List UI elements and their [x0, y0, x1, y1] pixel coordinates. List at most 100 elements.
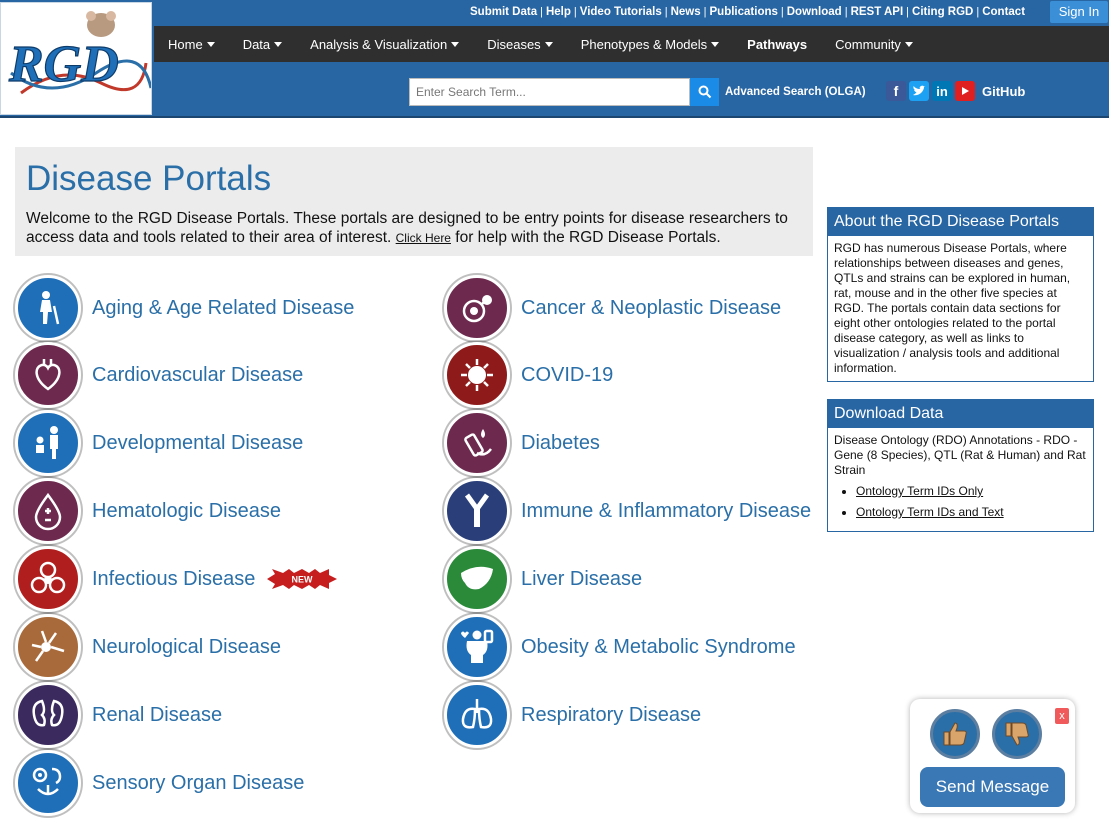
github-link[interactable]: GitHub [982, 84, 1025, 99]
download-title: Download Data [828, 400, 1093, 428]
feedback-widget: x Send Message [910, 699, 1075, 813]
portal-label: Liver Disease [521, 567, 643, 590]
download-link-ids: Ontology Term IDs Only [856, 484, 1087, 499]
portal-link[interactable]: Infectious Disease NEW [15, 546, 338, 612]
main-nav: Home Data Analysis & Visualization Diseases… [154, 26, 1109, 62]
youtube-icon[interactable] [955, 81, 975, 101]
nav-item[interactable]: Pathways [733, 37, 821, 52]
top-link[interactable]: Publications [710, 6, 778, 18]
portal-label: Aging & Age Related Disease [92, 296, 355, 319]
new-badge: NEW [267, 569, 338, 589]
top-link[interactable]: Contact [982, 6, 1025, 18]
caret-down-icon [544, 41, 553, 47]
link-separator: | [540, 6, 543, 18]
download-link-ids-label[interactable]: Ontology Term IDs Only [856, 484, 983, 498]
nav-item[interactable]: Data [229, 37, 296, 52]
caret-down-icon [711, 41, 720, 47]
portal-label: Developmental Disease [92, 431, 304, 454]
about-title: About the RGD Disease Portals [828, 208, 1093, 236]
nav-item-label: Analysis & Visualization [310, 36, 448, 52]
search-input[interactable] [409, 78, 690, 106]
download-link-ids-text-label[interactable]: Ontology Term IDs and Text [856, 505, 1004, 519]
download-text: Disease Ontology (RDO) Annotations - RDO… [834, 433, 1086, 477]
senses-icon [15, 750, 81, 816]
nav-item[interactable]: Diseases [473, 37, 566, 52]
portal-link[interactable]: Cardiovascular Disease [15, 342, 303, 408]
page-title: Disease Portals [26, 159, 272, 198]
portal-label: Hematologic Disease [92, 499, 281, 522]
linkedin-icon[interactable]: in [932, 81, 952, 101]
caret-down-icon [904, 41, 913, 47]
top-link[interactable]: Submit Data [470, 6, 537, 18]
thumbs-up-button[interactable] [930, 709, 980, 759]
top-link[interactable]: Help [546, 6, 571, 18]
intro-text: Welcome to the RGD Disease Portals. Thes… [26, 209, 806, 248]
logo-wordmark: RGD [8, 36, 119, 93]
nav-item-label: Home [168, 36, 203, 52]
portal-link[interactable]: Neurological Disease [15, 614, 281, 680]
send-message-button[interactable]: Send Message [920, 767, 1065, 807]
top-link[interactable]: Download [787, 6, 842, 18]
download-panel: Download Data Disease Ontology (RDO) Ann… [827, 399, 1094, 532]
portal-link[interactable]: Immune & Inflammatory Disease [444, 478, 811, 544]
nav-item-label: Pathways [747, 36, 808, 52]
thumbs-up-icon [943, 722, 967, 746]
social-links: f in GitHub [886, 81, 1025, 101]
kidney-icon [15, 682, 81, 748]
heart-icon [15, 342, 81, 408]
portal-link[interactable]: Renal Disease [15, 682, 222, 748]
link-separator: | [844, 6, 848, 18]
portal-link[interactable]: Developmental Disease [15, 410, 303, 476]
facebook-icon[interactable]: f [886, 81, 906, 101]
link-separator: | [573, 6, 577, 18]
twitter-icon[interactable] [909, 81, 929, 101]
nav-item[interactable]: Community [821, 37, 927, 52]
nav-item[interactable]: Analysis & Visualization [296, 37, 473, 52]
lungs-icon [444, 682, 510, 748]
top-link[interactable]: REST API [851, 6, 904, 18]
download-link-ids-text: Ontology Term IDs and Text [856, 505, 1087, 520]
advanced-search-link[interactable]: Advanced Search (OLGA) [725, 86, 866, 98]
thumbs-down-button[interactable] [992, 709, 1042, 759]
portal-label: COVID-19 [521, 363, 614, 386]
link-separator: | [906, 6, 910, 18]
liver-icon [444, 546, 510, 612]
rgd-logo[interactable]: RGD [0, 2, 152, 115]
help-link[interactable]: Click Here [396, 231, 451, 245]
portal-link[interactable]: Hematologic Disease [15, 478, 281, 544]
intro-box: Disease Portals Welcome to the RGD Disea… [15, 147, 813, 256]
link-separator: | [703, 6, 707, 18]
search-button[interactable] [690, 78, 719, 106]
cancer-cell-icon [444, 275, 510, 341]
portal-link[interactable]: Diabetes [444, 410, 600, 476]
portal-label: Obesity & Metabolic Syndrome [521, 635, 796, 658]
caret-down-icon [451, 41, 460, 47]
glucose-test-icon [444, 410, 510, 476]
neuron-icon [15, 614, 81, 680]
portal-link[interactable]: Obesity & Metabolic Syndrome [444, 614, 796, 680]
site-header: RGD Submit Data | Help | Video Tutorials | New… [0, 0, 1109, 118]
portal-link[interactable]: Respiratory Disease [444, 682, 701, 748]
obesity-icon [444, 614, 510, 680]
elderly-icon [15, 275, 81, 341]
portal-link[interactable]: Sensory Organ Disease [15, 750, 304, 816]
nav-item[interactable]: Home [154, 37, 229, 52]
portal-label: Cancer & Neoplastic Disease [521, 296, 782, 319]
nav-item[interactable]: Phenotypes & Models [567, 37, 733, 52]
portal-label: Immune & Inflammatory Disease [521, 499, 812, 522]
portal-link[interactable]: Cancer & Neoplastic Disease [444, 275, 781, 341]
top-link[interactable]: Citing RGD [912, 6, 973, 18]
top-link[interactable]: Video Tutorials [580, 6, 662, 18]
portal-label: Renal Disease [92, 703, 223, 726]
sign-in-button[interactable]: Sign In [1050, 1, 1108, 23]
nav-item-label: Data [242, 36, 271, 52]
close-feedback-button[interactable]: x [1055, 708, 1069, 724]
portal-link[interactable]: COVID-19 [444, 342, 613, 408]
biohazard-icon [15, 546, 81, 612]
top-link[interactable]: News [671, 6, 701, 18]
portal-label: Neurological Disease [92, 635, 281, 658]
link-separator: | [976, 6, 980, 18]
portal-link[interactable]: Liver Disease [444, 546, 642, 612]
intro-text-tail: for help with the RGD Disease Portals. [450, 229, 721, 246]
portal-link[interactable]: Aging & Age Related Disease [15, 275, 354, 341]
